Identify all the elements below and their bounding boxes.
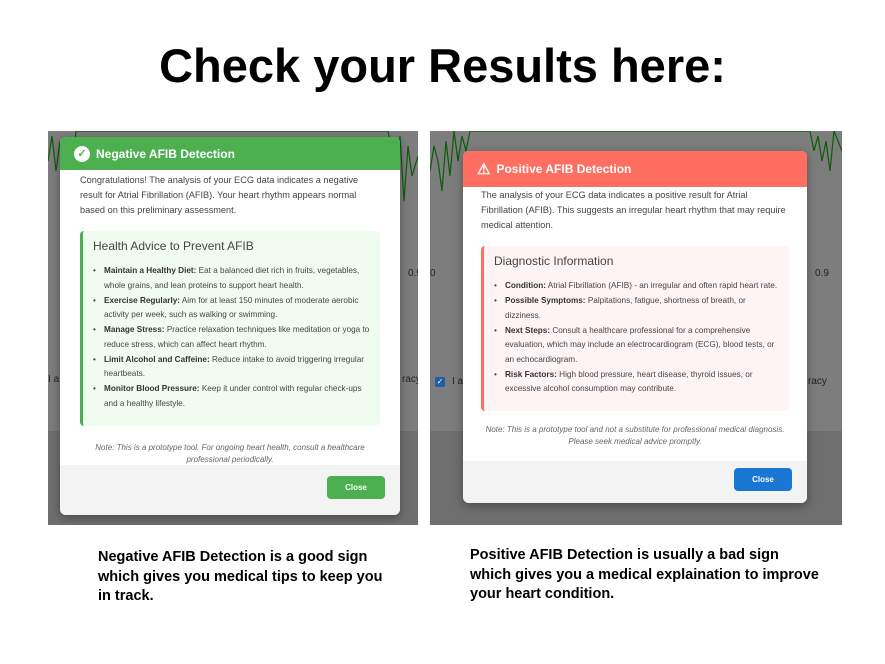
list-item: Monitor Blood Pressure: Keep it under co… [93,382,370,411]
close-button[interactable]: Close [734,468,792,491]
diagnostic-info-box: Diagnostic Information Condition: Atrial… [481,246,789,411]
list-item: Risk Factors: High blood pressure, heart… [494,368,779,397]
modal-title: Negative AFIB Detection [96,146,235,161]
list-item: Maintain a Healthy Diet: Eat a balanced … [93,264,370,293]
list-item: Next Steps: Consult a healthcare profess… [494,324,779,368]
axis-tick: 0 [430,268,436,279]
list-item: Limit Alcohol and Caffeine: Reduce intak… [93,353,370,382]
negative-result-modal: ✓ Negative AFIB Detection Congratulation… [60,137,400,515]
list-item: Exercise Regularly: Aim for at least 150… [93,294,370,323]
warning-triangle-icon: ⚠ [477,161,491,178]
check-circle-icon: ✓ [74,145,90,162]
box-title: Diagnostic Information [494,254,614,268]
page-heading: Check your Results here: [159,39,726,92]
consent-label-fragment: I a [48,374,60,385]
positive-result-modal: ⚠ Positive AFIB Detection The analysis o… [463,151,807,503]
consent-checkbox[interactable]: ✓ [435,377,445,387]
list-item: Condition: Atrial Fibrillation (AFIB) - … [494,279,779,294]
consent-label-fragment: I a [452,376,464,387]
disclaimer-note: Note: This is a prototype tool and not a… [485,425,785,446]
health-advice-box: Health Advice to Prevent AFIB Maintain a… [80,231,380,426]
modal-intro: The analysis of your ECG data indicates … [481,190,786,230]
consent-label-fragment: racy [808,376,827,387]
positive-caption: Positive AFIB Detection is usually a bad… [470,547,819,602]
axis-tick: 0.9 [815,268,829,279]
modal-header: ⚠ Positive AFIB Detection [463,151,807,187]
box-title: Health Advice to Prevent AFIB [93,239,254,253]
negative-caption: Negative AFIB Detection is a good sign w… [98,549,383,604]
negative-screenshot: 0.9 I a racy ✓ Negative AFIB Detection C… [48,131,418,525]
disclaimer-note: Note: This is a prototype tool. For ongo… [95,442,365,464]
axis-tick: 0.9 [408,268,418,279]
modal-intro: Congratulations! The analysis of your EC… [80,175,359,215]
list-item: Possible Symptoms: Palpitations, fatigue… [494,294,779,323]
modal-header: ✓ Negative AFIB Detection [60,137,400,170]
list-item: Manage Stress: Practice relaxation techn… [93,323,370,352]
modal-title: Positive AFIB Detection [496,162,632,176]
positive-screenshot: 0 0.9 ✓ I a racy ⚠ Positive AFIB Detecti… [430,131,842,525]
consent-label-fragment: racy [402,374,418,385]
close-button[interactable]: Close [327,476,385,499]
